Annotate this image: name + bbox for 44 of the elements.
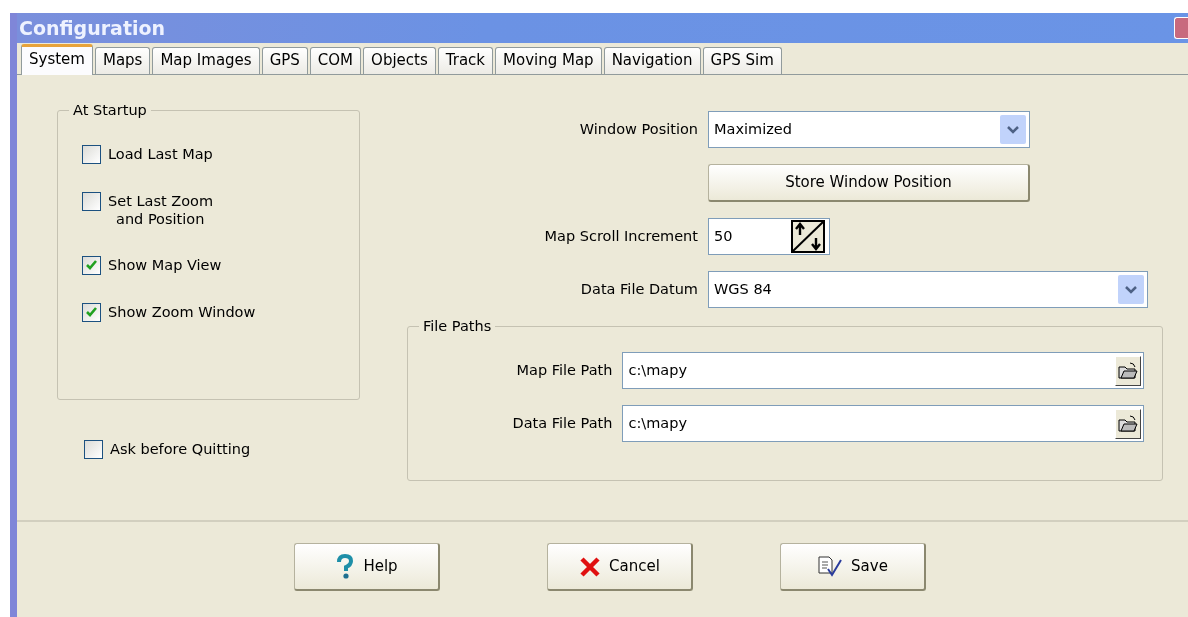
spin-icon[interactable]: [791, 220, 825, 253]
dropdown[interactable]: Maximized: [708, 111, 1030, 148]
help-button[interactable]: Help: [294, 543, 440, 591]
tab[interactable]: Objects: [363, 47, 436, 74]
checkbox-label: Show Zoom Window: [108, 303, 256, 322]
checkbox-label: Show Map View: [108, 256, 222, 275]
tab[interactable]: COM: [309, 47, 362, 74]
spin-field[interactable]: 50: [708, 218, 830, 255]
checkbox[interactable]: [84, 440, 103, 459]
checkbox[interactable]: [82, 256, 101, 276]
checkbox-label: Load Last Map: [108, 145, 213, 164]
tab[interactable]: GPS: [261, 47, 308, 74]
browse-button[interactable]: [1115, 355, 1141, 386]
tab[interactable]: Navigation: [603, 47, 701, 74]
dropdown[interactable]: WGS 84: [708, 271, 1148, 308]
checkbox-label: Ask before Quitting: [110, 440, 251, 459]
tab[interactable]: Track: [437, 47, 493, 74]
document-check-icon: [817, 554, 844, 579]
cancel-icon: [579, 555, 602, 578]
text-field[interactable]: c:\mapy: [622, 352, 1144, 389]
close-button[interactable]: [1174, 17, 1188, 39]
tab[interactable]: Map Images: [152, 47, 260, 74]
text-field[interactable]: c:\mapy: [622, 405, 1144, 442]
checkbox[interactable]: [82, 303, 101, 323]
folder-icon: [1118, 361, 1138, 380]
checkbox[interactable]: [82, 145, 101, 164]
field-label: Data File Datum: [579, 279, 698, 299]
cancel-button[interactable]: Cancel: [547, 543, 693, 591]
browse-button[interactable]: [1115, 408, 1141, 439]
save-button[interactable]: Save: [780, 543, 926, 591]
window-title: Configuration: [18, 15, 166, 41]
store-window-position-button[interactable]: Store Window Position: [708, 164, 1030, 202]
field-label: Map File Path: [515, 360, 613, 380]
field-label: Map Scroll Increment: [543, 226, 698, 246]
folder-icon: [1118, 414, 1138, 433]
field-label: Data File Path: [511, 413, 613, 433]
checkbox[interactable]: [82, 192, 101, 211]
field-label: Window Position: [578, 119, 698, 139]
tab[interactable]: Maps: [94, 47, 151, 74]
tab[interactable]: System: [21, 44, 93, 75]
help-icon: [335, 553, 356, 580]
tab[interactable]: GPS Sim: [702, 47, 782, 74]
checkbox-label: Set Last Zoom and Position: [108, 192, 214, 229]
tab[interactable]: Moving Map: [495, 47, 602, 74]
